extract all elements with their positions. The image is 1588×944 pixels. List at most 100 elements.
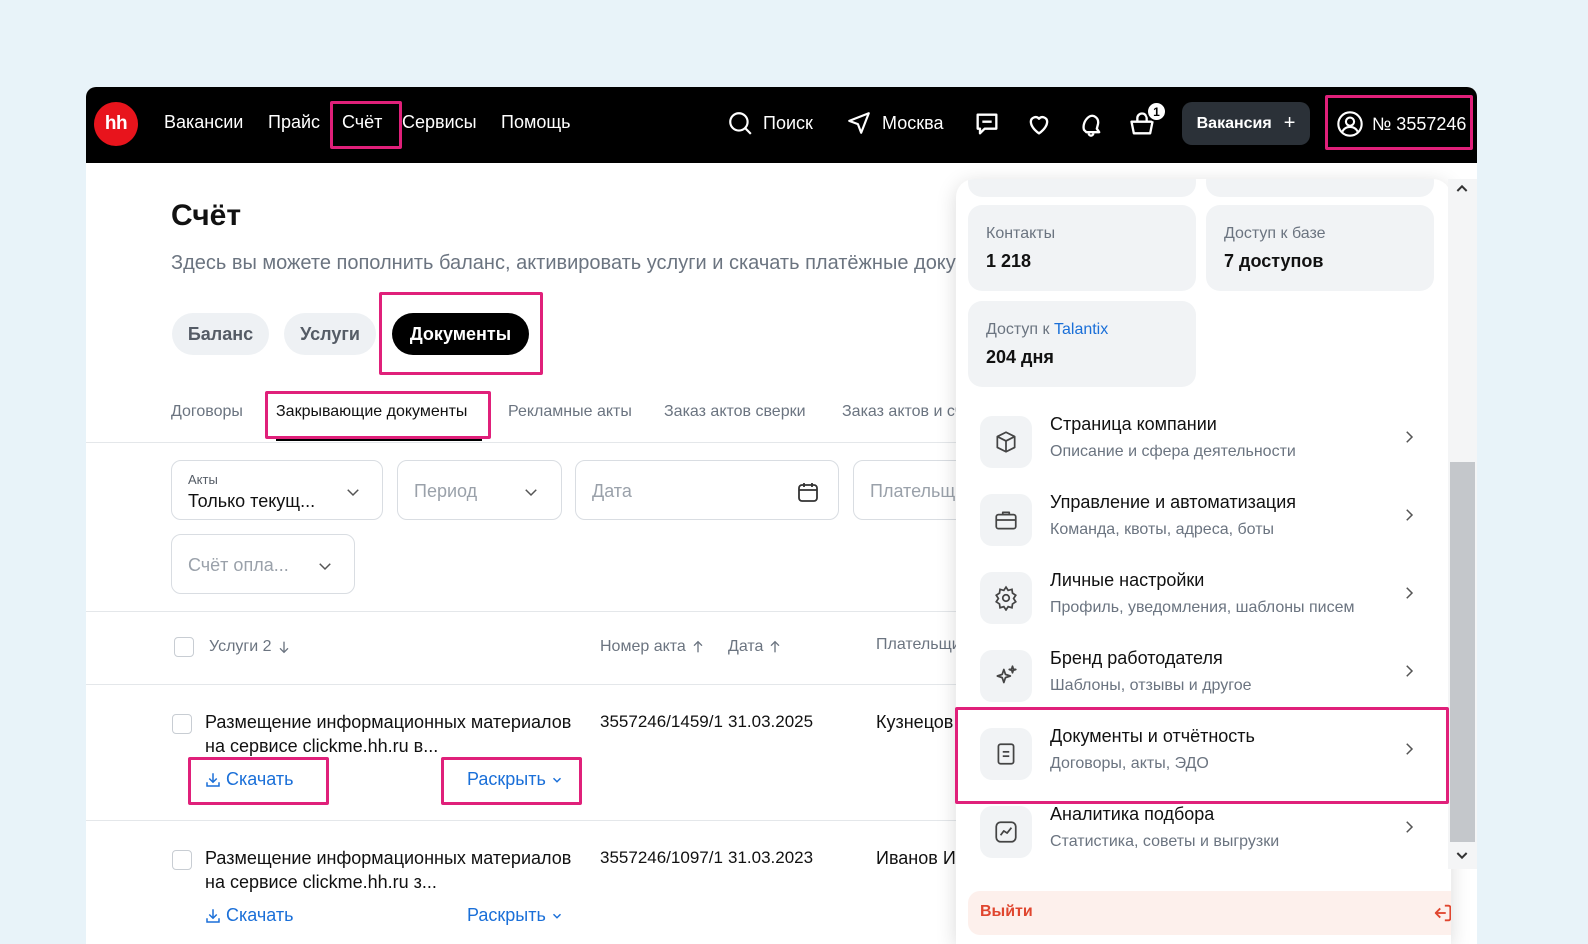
- stat-card-talantix[interactable]: Доступ к Talantix 204 дня: [968, 301, 1196, 387]
- stat-card-hidden: [968, 179, 1196, 197]
- menu-item-personal-settings[interactable]: Личные настройки Профиль, уведомления, ш…: [956, 557, 1438, 635]
- chevron-up-icon: [1456, 184, 1468, 192]
- app-window: hh Вакансии Прайс Счёт Сервисы Помощь По…: [86, 87, 1477, 944]
- period-filter-select[interactable]: Период: [397, 460, 562, 520]
- chevron-right-icon: [1406, 665, 1414, 677]
- menu-item-title: Страница компании: [1050, 414, 1217, 434]
- chevron-right-icon: [1406, 821, 1414, 833]
- nav-services[interactable]: Сервисы: [402, 112, 477, 133]
- menu-item-subtitle: Шаблоны, отзывы и другое: [1050, 677, 1252, 694]
- row-checkbox[interactable]: [172, 714, 192, 734]
- chevron-down-icon: [525, 489, 537, 497]
- notifications-button[interactable]: [1076, 109, 1106, 139]
- chat-button[interactable]: [972, 109, 1002, 139]
- nav-price[interactable]: Прайс: [268, 112, 320, 133]
- gear-icon: [995, 585, 1017, 611]
- chevron-down-icon: [552, 913, 561, 919]
- expand-button[interactable]: Раскрыть: [467, 905, 564, 926]
- subtab-reconciliation-acts[interactable]: Заказ актов сверки: [664, 403, 806, 421]
- nav-help[interactable]: Помощь: [501, 112, 571, 133]
- row-payer: Кузнецов: [876, 712, 954, 732]
- expand-button[interactable]: Раскрыть: [467, 769, 564, 790]
- hh-logo[interactable]: hh: [94, 102, 138, 146]
- payer-header-label: Плательщик: [876, 636, 956, 653]
- tab-documents[interactable]: Документы: [392, 313, 529, 355]
- subtab-order-acts-invoices[interactable]: Заказ актов и счетов: [842, 403, 957, 421]
- stat-card-database-access[interactable]: Доступ к базе 7 доступов: [1206, 205, 1434, 291]
- menu-item-documents-reporting[interactable]: Документы и отчётность Договоры, акты, Э…: [956, 713, 1438, 791]
- scroll-up-button[interactable]: [1452, 179, 1472, 199]
- logout-icon: [1434, 904, 1451, 922]
- menu-item-title: Документы и отчётность: [1050, 726, 1255, 746]
- menu-item-employer-brand[interactable]: Бренд работодателя Шаблоны, отзывы и дру…: [956, 635, 1438, 713]
- scroll-down-button[interactable]: [1452, 845, 1472, 865]
- row-date: 31.03.2025: [728, 712, 814, 731]
- location-label: Москва: [882, 112, 944, 133]
- stat-value: 204 дня: [986, 347, 1054, 367]
- invoice-filter-select[interactable]: Счёт опла...: [171, 534, 355, 594]
- account-menu-button[interactable]: № 3557246: [1336, 109, 1466, 139]
- row-act-number: 3557246/1459/1: [600, 712, 723, 731]
- stat-label: Контакты: [986, 225, 1056, 242]
- arrow-up-icon: [693, 640, 703, 653]
- select-all-checkbox[interactable]: [174, 637, 194, 657]
- nav-vacancies[interactable]: Вакансии: [164, 112, 243, 133]
- row-checkbox[interactable]: [172, 850, 192, 870]
- column-header-date[interactable]: Дата: [728, 638, 783, 656]
- row-payer: Иванов И: [876, 848, 956, 868]
- chevron-right-icon: [1406, 431, 1414, 443]
- chevron-right-icon: [1406, 587, 1414, 599]
- scrollbar-thumb[interactable]: [1450, 462, 1475, 842]
- cart-badge: 1: [1146, 101, 1167, 122]
- subtab-ad-acts[interactable]: Рекламные акты: [508, 403, 632, 421]
- download-button[interactable]: Скачать: [204, 769, 294, 790]
- stat-value: 7 доступов: [1224, 251, 1324, 271]
- logout-label: Выйти: [980, 903, 1033, 920]
- period-placeholder: Период: [414, 481, 478, 501]
- acts-filter-select[interactable]: Акты Только текущ...: [171, 460, 383, 520]
- document-icon: [997, 743, 1015, 765]
- subtab-closing-documents[interactable]: Закрывающие документы: [276, 403, 467, 421]
- download-icon: [206, 908, 220, 923]
- nav-account[interactable]: Счёт: [342, 112, 382, 133]
- cube-icon: [996, 431, 1016, 453]
- page-subtitle: Здесь вы можете пополнить баланс, активи…: [171, 252, 961, 274]
- column-header-services[interactable]: Услуги 2: [209, 638, 292, 656]
- chevron-down-icon: [319, 563, 331, 571]
- menu-item-recruiting-analytics[interactable]: Аналитика подбора Статистика, советы и в…: [956, 791, 1438, 869]
- chevron-right-icon: [1406, 743, 1414, 755]
- create-vacancy-button[interactable]: Вакансия +: [1182, 102, 1310, 145]
- menu-item-management[interactable]: Управление и автоматизация Команда, квот…: [956, 479, 1438, 557]
- tab-services[interactable]: Услуги: [284, 313, 376, 355]
- search-button[interactable]: Поиск: [727, 110, 813, 136]
- column-header-act-number[interactable]: Номер акта: [600, 638, 706, 656]
- subtab-contracts[interactable]: Договоры: [171, 403, 243, 421]
- stat-card-hidden: [1206, 179, 1434, 197]
- download-button[interactable]: Скачать: [204, 905, 294, 926]
- row-service-name: Размещение информационных материалов на …: [205, 848, 572, 892]
- account-number: № 3557246: [1372, 113, 1467, 134]
- user-circle-icon: [1337, 111, 1363, 137]
- menu-item-company-page[interactable]: Страница компании Описание и сфера деяте…: [956, 401, 1438, 479]
- stat-label-prefix: Доступ к: [986, 321, 1054, 338]
- sparkle-icon: [996, 665, 1017, 684]
- favorites-button[interactable]: [1024, 109, 1054, 139]
- calendar-icon[interactable]: [796, 480, 820, 504]
- download-label: Скачать: [226, 769, 294, 789]
- date-filter-input[interactable]: Дата: [575, 460, 839, 520]
- row-divider: [86, 820, 956, 821]
- stat-value: 1 218: [986, 251, 1032, 271]
- expand-label: Раскрыть: [467, 769, 546, 789]
- stat-card-contacts[interactable]: Контакты 1 218: [968, 205, 1196, 291]
- location-button[interactable]: Москва: [846, 110, 943, 136]
- download-icon: [206, 772, 220, 787]
- active-subtab-indicator: [276, 438, 482, 441]
- talantix-link[interactable]: Talantix: [1054, 321, 1108, 338]
- column-header-payer[interactable]: Плательщик: [876, 636, 956, 654]
- act-number-header-label: Номер акта: [600, 638, 686, 655]
- tab-balance[interactable]: Баланс: [172, 313, 269, 355]
- arrow-up-icon: [770, 640, 780, 653]
- logout-button[interactable]: Выйти: [968, 891, 1451, 935]
- search-icon: [729, 112, 752, 135]
- invoice-placeholder: Счёт опла...: [188, 555, 289, 575]
